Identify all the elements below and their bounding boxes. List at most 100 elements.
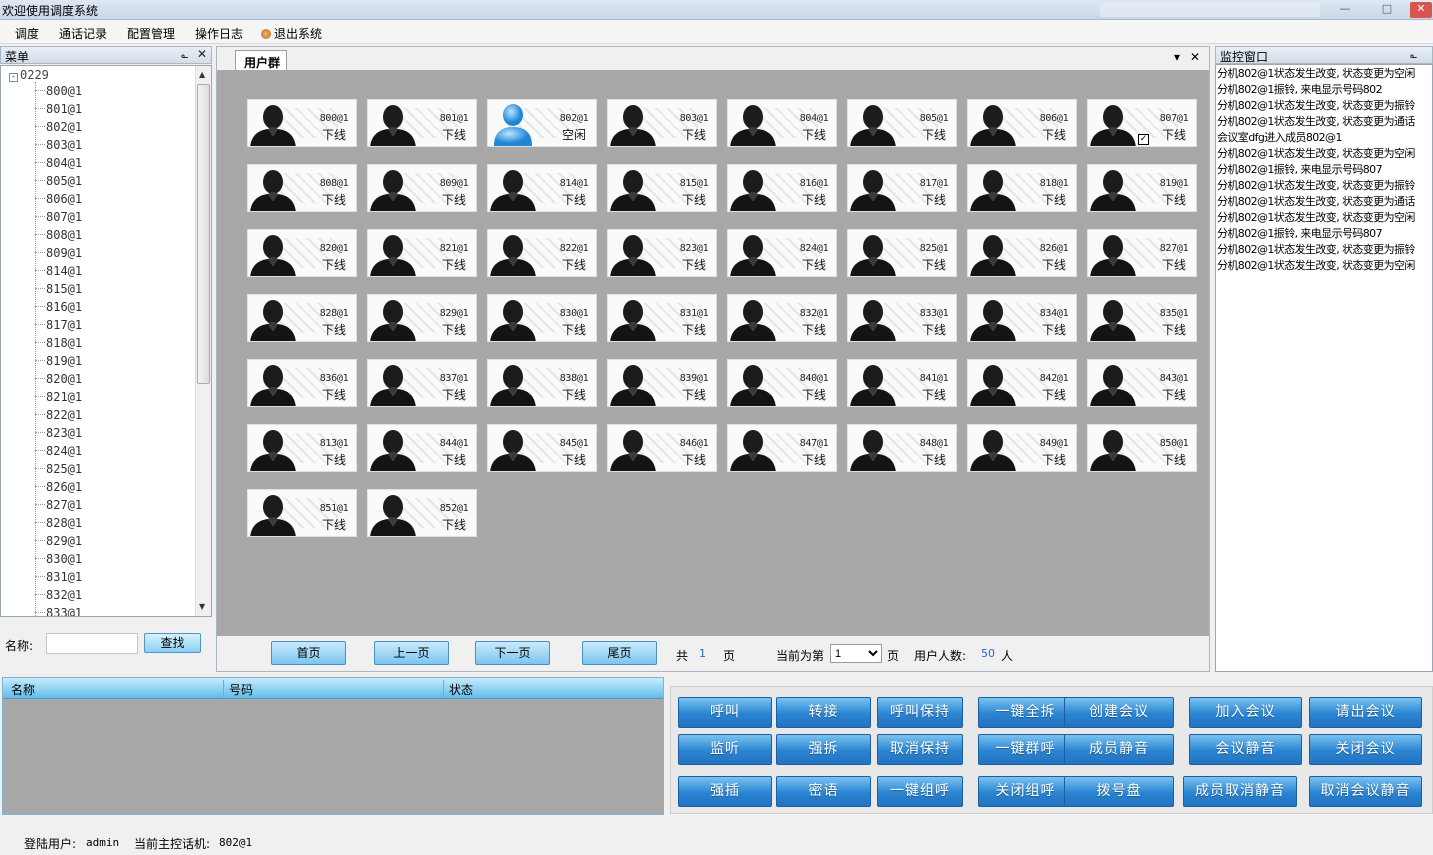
tree-scrollbar[interactable]: ▲ ▼ [195, 66, 211, 616]
close-conference-button[interactable]: 关闭会议 [1309, 734, 1422, 765]
user-checkbox[interactable]: ✓ [1138, 134, 1149, 145]
one-key-group-call-button[interactable]: 一键群呼 [978, 734, 1073, 765]
user-card[interactable]: 825@1 下线 [847, 229, 957, 277]
user-card[interactable]: 817@1 下线 [847, 164, 957, 212]
tree-node[interactable]: 817@1 [35, 318, 82, 336]
member-unmute-button[interactable]: 成员取消静音 [1183, 776, 1297, 807]
tree-node[interactable]: 800@1 [35, 84, 82, 102]
user-card[interactable]: 824@1 下线 [727, 229, 837, 277]
tree-node[interactable]: 819@1 [35, 354, 82, 372]
tree-node[interactable]: 807@1 [35, 210, 82, 228]
call-button[interactable]: 呼叫 [678, 697, 772, 728]
join-conference-button[interactable]: 加入会议 [1189, 697, 1302, 728]
member-mute-button[interactable]: 成员静音 [1064, 734, 1174, 765]
col-name[interactable]: 名称 [11, 681, 35, 698]
tree-node[interactable]: 818@1 [35, 336, 82, 354]
tab-close-icon[interactable]: ✕ [1190, 50, 1200, 64]
user-card[interactable]: 821@1 下线 [367, 229, 477, 277]
minimize-icon[interactable]: — [1334, 2, 1356, 18]
user-card[interactable]: 835@1 下线 [1087, 294, 1197, 342]
user-card[interactable]: 801@1 下线 [367, 99, 477, 147]
user-card[interactable]: 828@1 下线 [247, 294, 357, 342]
tree-root[interactable]: -0229 [9, 68, 49, 82]
user-card[interactable]: 844@1 下线 [367, 424, 477, 472]
first-page-button[interactable]: 首页 [271, 641, 346, 665]
user-card[interactable]: 829@1 下线 [367, 294, 477, 342]
tree-node[interactable]: 816@1 [35, 300, 82, 318]
scroll-down-icon[interactable]: ▼ [199, 602, 205, 611]
col-status[interactable]: 状态 [449, 681, 473, 698]
prev-page-button[interactable]: 上一页 [374, 641, 449, 665]
cancel-hold-button[interactable]: 取消保持 [877, 734, 963, 765]
user-card[interactable]: 826@1 下线 [967, 229, 1077, 277]
tree-node[interactable]: 825@1 [35, 462, 82, 480]
tree-node[interactable]: 828@1 [35, 516, 82, 534]
monitor-button[interactable]: 监听 [678, 734, 772, 765]
user-card[interactable]: 813@1 下线 [247, 424, 357, 472]
user-card[interactable]: 820@1 下线 [247, 229, 357, 277]
tree-node[interactable]: 822@1 [35, 408, 82, 426]
tree-node[interactable]: 831@1 [35, 570, 82, 588]
user-card[interactable]: 831@1 下线 [607, 294, 717, 342]
monitor-log[interactable]: 分机802@1状态发生改变, 状态变更为空闲 分机802@1振铃, 来电显示号码8… [1215, 64, 1433, 672]
user-card[interactable]: 805@1 下线 [847, 99, 957, 147]
user-card[interactable]: 849@1 下线 [967, 424, 1077, 472]
menu-dispatch[interactable]: 调度 [15, 25, 39, 42]
search-input[interactable] [46, 633, 138, 654]
tree-node[interactable]: 804@1 [35, 156, 82, 174]
tree-node[interactable]: 823@1 [35, 426, 82, 444]
last-page-button[interactable]: 尾页 [582, 641, 657, 665]
user-card[interactable]: 841@1 下线 [847, 359, 957, 407]
user-card[interactable]: 804@1 下线 [727, 99, 837, 147]
whisper-button[interactable]: 密语 [776, 776, 871, 807]
user-card[interactable]: 851@1 下线 [247, 489, 357, 537]
tree-node[interactable]: 815@1 [35, 282, 82, 300]
dial-pad-button[interactable]: 拨号盘 [1064, 776, 1174, 807]
user-card[interactable]: 800@1 下线 [247, 99, 357, 147]
user-card[interactable]: 822@1 下线 [487, 229, 597, 277]
tree-node[interactable]: 824@1 [35, 444, 82, 462]
user-card[interactable]: 837@1 下线 [367, 359, 477, 407]
user-card[interactable]: 830@1 下线 [487, 294, 597, 342]
user-card[interactable]: 819@1 下线 [1087, 164, 1197, 212]
user-card[interactable]: 827@1 下线 [1087, 229, 1197, 277]
tree-node[interactable]: 820@1 [35, 372, 82, 390]
maximize-icon[interactable]: □ [1376, 2, 1398, 18]
tab-user-group[interactable]: 用户群 [235, 50, 287, 71]
monitor-pin-icon[interactable]: ؎ [1410, 47, 1417, 61]
force-hangup-button[interactable]: 强拆 [776, 734, 871, 765]
user-card[interactable]: 807@1 下线 ✓ [1087, 99, 1197, 147]
tree-node[interactable]: 826@1 [35, 480, 82, 498]
collapse-icon[interactable]: - [9, 73, 18, 82]
user-card[interactable]: 838@1 下线 [487, 359, 597, 407]
user-card[interactable]: 809@1 下线 [367, 164, 477, 212]
user-card[interactable]: 832@1 下线 [727, 294, 837, 342]
pin-icon[interactable]: ؎ [181, 47, 188, 61]
call-hold-button[interactable]: 呼叫保持 [877, 697, 963, 728]
menu-exit[interactable]: 退出系统 [261, 25, 322, 42]
tree-node[interactable]: 832@1 [35, 588, 82, 606]
close-zone-call-button[interactable]: 关闭组呼 [978, 776, 1073, 807]
tree-node[interactable]: 830@1 [35, 552, 82, 570]
user-card[interactable]: 843@1 下线 [1087, 359, 1197, 407]
transfer-button[interactable]: 转接 [776, 697, 871, 728]
tree-node[interactable]: 802@1 [35, 120, 82, 138]
user-card[interactable]: 836@1 下线 [247, 359, 357, 407]
conference-unmute-button[interactable]: 取消会议静音 [1309, 776, 1422, 807]
close-icon[interactable]: ✕ [1410, 2, 1432, 18]
menu-config[interactable]: 配置管理 [127, 25, 175, 42]
tree-node[interactable]: 801@1 [35, 102, 82, 120]
one-key-zone-call-button[interactable]: 一键组呼 [877, 776, 963, 807]
user-card[interactable]: 823@1 下线 [607, 229, 717, 277]
tree-node[interactable]: 809@1 [35, 246, 82, 264]
user-card[interactable]: 842@1 下线 [967, 359, 1077, 407]
user-card[interactable]: 803@1 下线 [607, 99, 717, 147]
search-button[interactable]: 查找 [144, 633, 201, 653]
user-card[interactable]: 845@1 下线 [487, 424, 597, 472]
user-card[interactable]: 852@1 下线 [367, 489, 477, 537]
tree-node[interactable]: 806@1 [35, 192, 82, 210]
user-card[interactable]: 816@1 下线 [727, 164, 837, 212]
user-card[interactable]: 833@1 下线 [847, 294, 957, 342]
user-card[interactable]: 815@1 下线 [607, 164, 717, 212]
tree-node[interactable]: 805@1 [35, 174, 82, 192]
